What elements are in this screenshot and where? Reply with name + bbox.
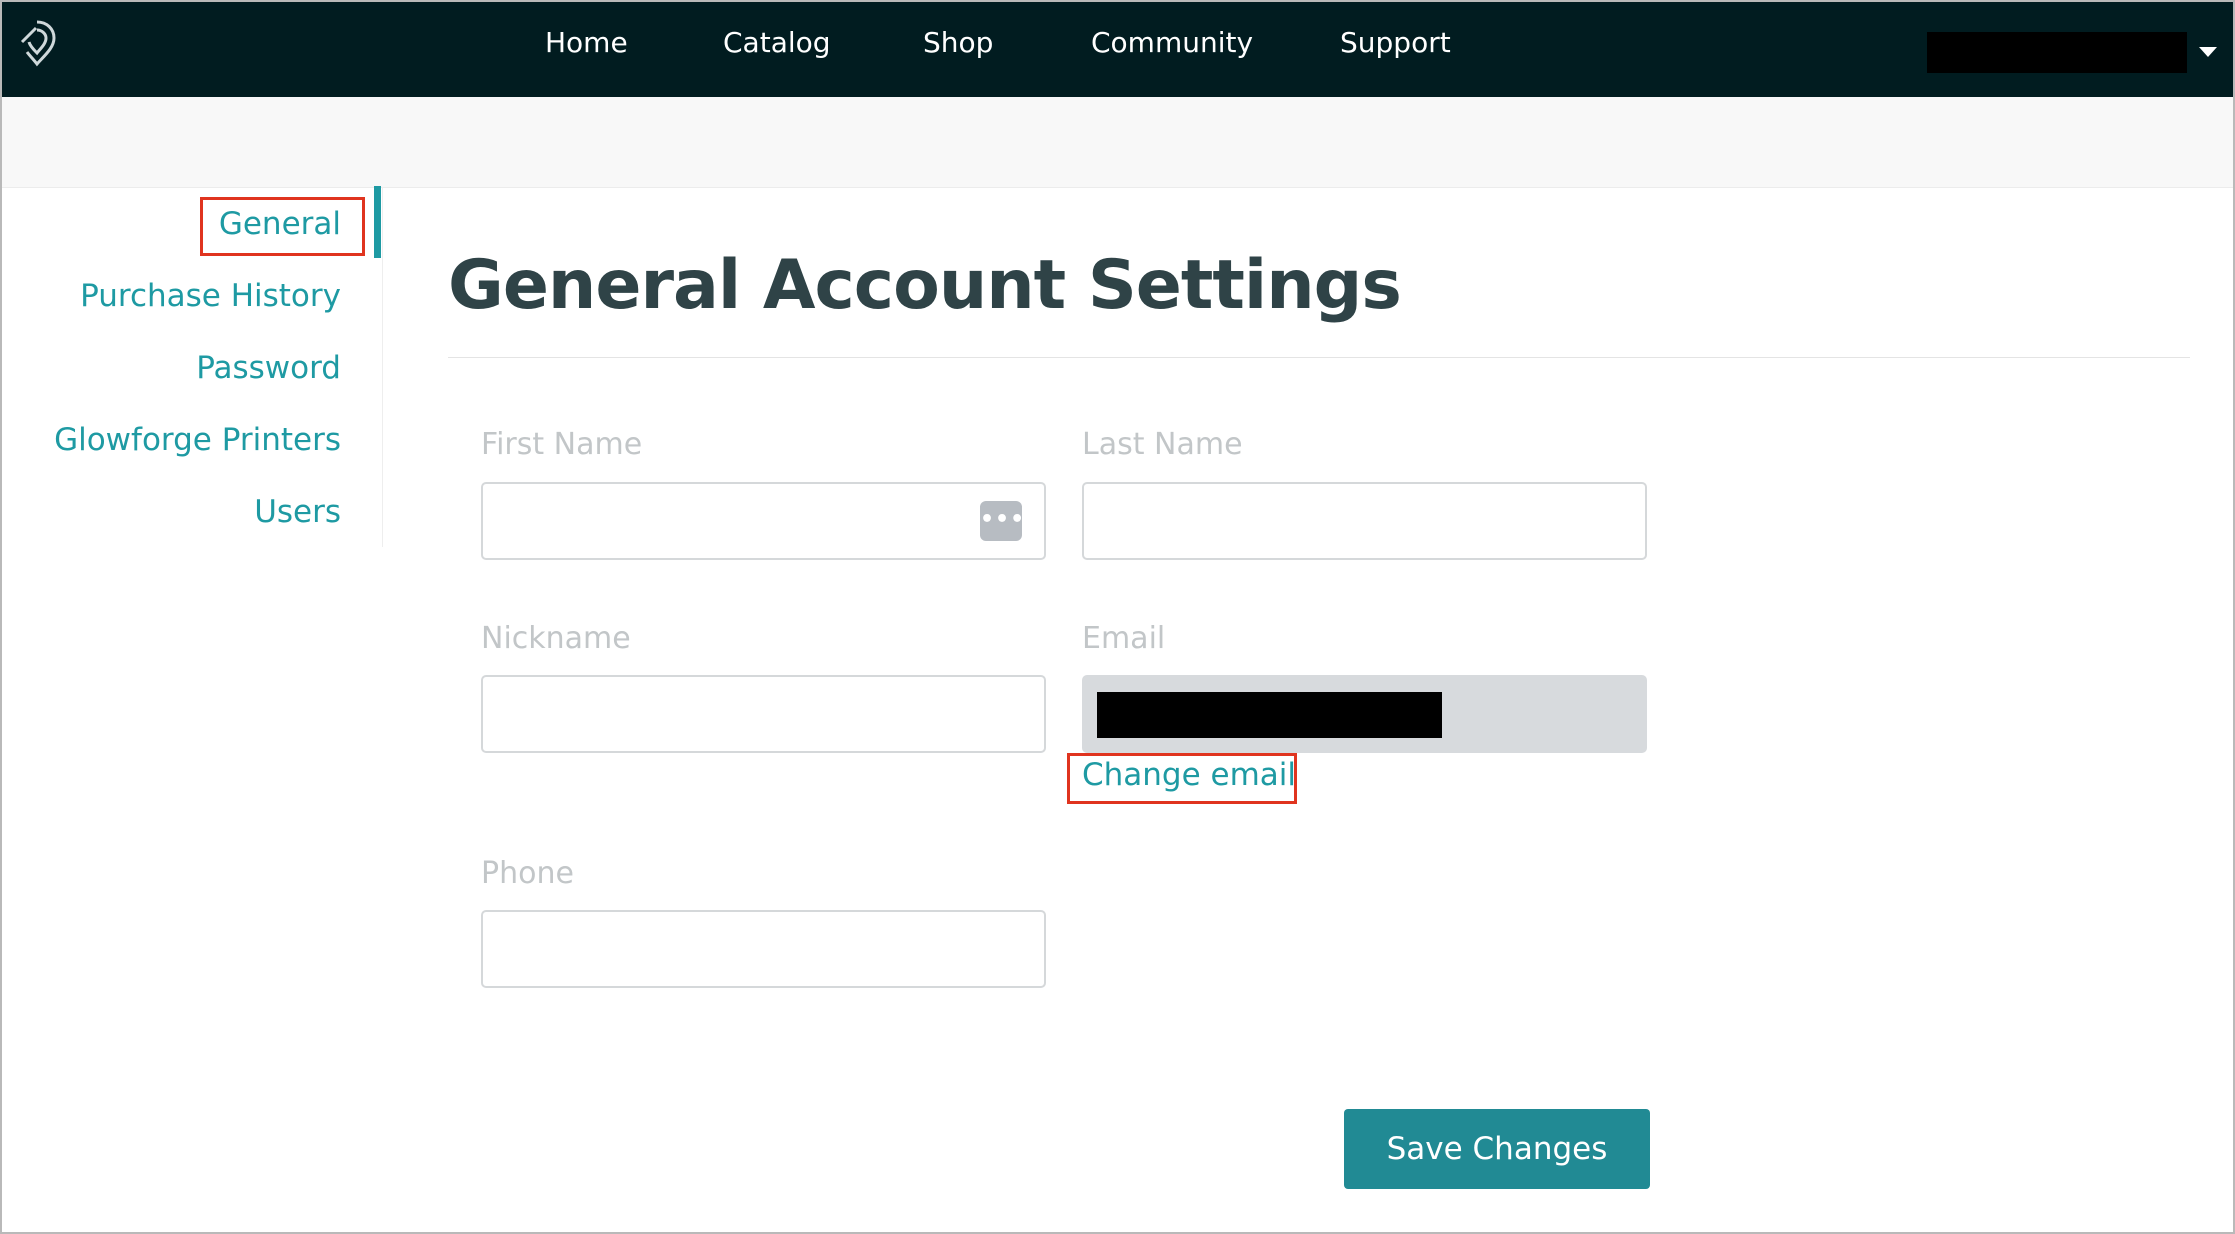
sidebar-item-purchase-history[interactable]: Purchase History [80, 278, 341, 314]
title-divider [448, 357, 2190, 358]
chevron-down-icon[interactable] [2199, 47, 2217, 57]
user-name-redacted[interactable] [1927, 32, 2187, 73]
save-changes-button[interactable]: Save Changes [1344, 1109, 1650, 1189]
highlight-box-change-email [1067, 753, 1297, 804]
email-label: Email [1082, 621, 1166, 656]
first-name-label: First Name [481, 427, 643, 462]
highlight-box-general [200, 197, 365, 256]
phone-field[interactable] [481, 910, 1046, 988]
email-value-redacted [1097, 692, 1442, 738]
phone-label: Phone [481, 856, 574, 891]
page-title: General Account Settings [448, 246, 1402, 325]
sidebar-item-password[interactable]: Password [196, 350, 341, 386]
sidebar-item-glowforge-printers[interactable]: Glowforge Printers [54, 422, 341, 458]
last-name-label: Last Name [1082, 427, 1243, 462]
nickname-field[interactable] [481, 675, 1046, 753]
sidebar-item-users[interactable]: Users [254, 494, 341, 530]
sidebar-active-indicator [374, 186, 381, 258]
nickname-label: Nickname [481, 621, 631, 656]
nav-home[interactable]: Home [545, 26, 628, 59]
nav-community[interactable]: Community [1091, 26, 1253, 59]
first-name-field[interactable] [481, 482, 1046, 560]
nav-shop[interactable]: Shop [923, 26, 993, 59]
sidebar-divider [382, 187, 383, 547]
nav-catalog[interactable]: Catalog [723, 26, 831, 59]
top-navigation-bar: Home Catalog Shop Community Support [2, 2, 2233, 97]
glowforge-logo-icon[interactable] [14, 18, 60, 68]
nav-support[interactable]: Support [1340, 26, 1451, 59]
password-manager-icon[interactable]: •••| [980, 501, 1033, 541]
page-header-band [2, 97, 2233, 188]
last-name-field[interactable] [1082, 482, 1647, 560]
